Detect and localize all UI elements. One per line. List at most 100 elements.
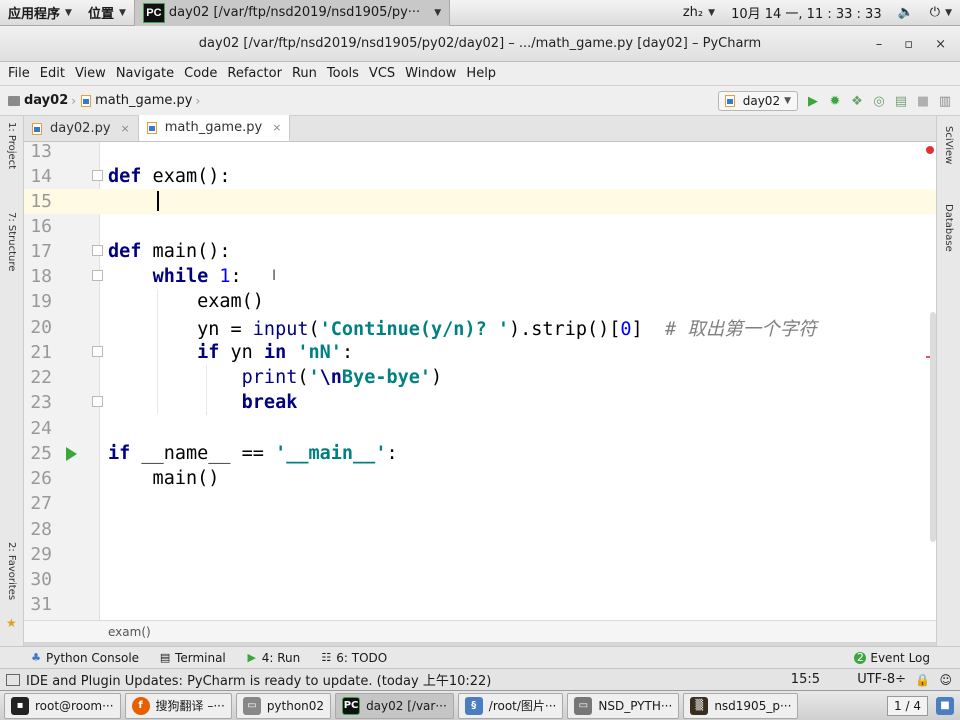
task-nsd-python[interactable]: ▭ NSD_PYTH···	[567, 692, 680, 719]
task-label: nsd1905_p···	[714, 698, 792, 713]
run-icon[interactable]: ▶	[806, 94, 820, 109]
tab-math-game[interactable]: math_game.py ×	[138, 115, 291, 141]
task-pycharm[interactable]: PC day02 [/var···	[335, 692, 454, 719]
code-editor[interactable]: 13 14 def exam(): 15 16 17 def main(): 1…	[24, 142, 936, 620]
code-line: 26 main()	[24, 466, 936, 491]
image-thumbnail-icon: ▒	[690, 696, 709, 715]
notification-icon[interactable]: ■	[936, 696, 954, 715]
coverage-icon[interactable]: ❖	[850, 94, 864, 109]
structure-tool-button[interactable]: 7: Structure	[6, 212, 17, 292]
minimize-button[interactable]: –	[876, 37, 883, 52]
run-gutter-icon[interactable]	[66, 447, 77, 461]
power-icon[interactable]: ⏻ ▼	[922, 0, 960, 26]
workspace-switcher[interactable]: 1 / 4	[887, 695, 928, 716]
code-breadcrumb-item[interactable]: exam()	[108, 625, 151, 639]
code-text: break	[241, 392, 298, 414]
menu-code[interactable]: Code	[180, 66, 221, 81]
chevron-down-icon: ▼	[118, 7, 126, 18]
code-text: def exam():	[108, 166, 231, 188]
editor-tab-bar: day02.py × math_game.py ×	[24, 115, 936, 142]
indent-guide	[157, 289, 158, 414]
menu-run[interactable]: Run	[288, 66, 321, 81]
terminal-icon: ▪	[11, 696, 29, 715]
task-image-viewer[interactable]: § /root/图片···	[457, 692, 564, 719]
menu-tools[interactable]: Tools	[323, 66, 363, 81]
code-line-current: 15	[24, 189, 936, 215]
volume-icon[interactable]: 🔈	[890, 0, 922, 26]
close-tab-icon[interactable]: ×	[121, 122, 130, 135]
python-file-icon	[724, 95, 735, 107]
task-nsd1905[interactable]: ▒ nsd1905_p···	[683, 692, 799, 719]
project-tool-button[interactable]: 1: Project	[6, 122, 17, 192]
concurrency-icon[interactable]: ▤	[894, 94, 908, 109]
line-number: 19	[30, 291, 52, 313]
applications-menu[interactable]: 应用程序 ▼	[0, 0, 80, 26]
chevron-down-icon: ▼	[434, 7, 442, 18]
status-message[interactable]: IDE and Plugin Updates: PyCharm is ready…	[26, 670, 491, 689]
active-window-label: day02 [/var/ftp/nsd2019/nsd1905/py···	[168, 5, 421, 20]
line-number: 18	[30, 266, 52, 288]
menu-refactor[interactable]: Refactor	[223, 66, 286, 81]
caret-position[interactable]: 15:5	[791, 672, 820, 687]
code-line: 22 print('\nBye-bye')	[24, 365, 936, 390]
task-terminal[interactable]: ▪ root@room···	[4, 692, 121, 719]
menu-help[interactable]: Help	[462, 66, 500, 81]
error-indicator-icon[interactable]	[926, 146, 934, 154]
code-text: yn = input('Continue(y/n)? ').strip()[0]…	[108, 318, 817, 340]
code-line: 13	[24, 142, 936, 164]
database-tool-button[interactable]: Database	[943, 204, 954, 264]
line-number: 27	[30, 493, 52, 515]
code-line: 19 exam()	[24, 289, 936, 314]
stop-icon[interactable]: ■	[916, 94, 930, 109]
code-line: 17 def main():	[24, 239, 936, 264]
menu-file[interactable]: File	[4, 66, 34, 81]
event-log-button[interactable]: 2 Event Log	[844, 651, 960, 665]
taskbar: ▪ root@room··· f 搜狗翻译 –··· ▭ python02 PC…	[0, 690, 960, 720]
input-method-indicator[interactable]: zh₂ ▼	[675, 0, 723, 26]
python-console-button[interactable]: ♣ Python Console	[0, 651, 149, 665]
fold-marker-icon[interactable]	[92, 245, 103, 256]
code-text: while 1:	[152, 266, 242, 288]
sciview-tool-button[interactable]: SciView	[943, 126, 954, 176]
inspector-icon[interactable]: ☺	[939, 673, 952, 687]
line-number: 21	[30, 342, 52, 364]
code-text: if yn in 'nN':	[197, 342, 354, 364]
code-line: 20 yn = input('Continue(y/n)? ').strip()…	[24, 315, 936, 340]
code-line: 24	[24, 416, 936, 441]
terminal-button[interactable]: ▤ Terminal	[149, 651, 236, 665]
favorites-tool-button[interactable]: 2: Favorites	[6, 542, 17, 622]
menu-edit[interactable]: Edit	[36, 66, 69, 81]
close-button[interactable]: ×	[935, 37, 946, 52]
breadcrumb-project[interactable]: day02 ›	[8, 93, 81, 108]
menu-window[interactable]: Window	[401, 66, 460, 81]
task-python02[interactable]: ▭ python02	[235, 692, 332, 719]
search-everywhere-icon[interactable]: ▥	[938, 94, 952, 109]
clock[interactable]: 10月 14 一, 11 : 33 : 33	[723, 0, 890, 26]
menu-navigate[interactable]: Navigate	[112, 66, 178, 81]
line-number: 31	[30, 594, 52, 616]
layout-icon[interactable]	[6, 673, 20, 686]
maximize-button[interactable]: ▫	[904, 37, 913, 52]
fold-marker-icon[interactable]	[92, 170, 103, 181]
menu-view[interactable]: View	[71, 66, 110, 81]
breadcrumb-file[interactable]: math_game.py ›	[81, 93, 205, 108]
fold-marker-icon[interactable]	[92, 270, 103, 281]
editor-scrollbar[interactable]	[930, 312, 936, 542]
profile-icon[interactable]: ◎	[872, 94, 886, 109]
fold-marker-icon[interactable]	[92, 346, 103, 357]
menu-vcs[interactable]: VCS	[365, 66, 399, 81]
run-icon: ▶	[247, 651, 256, 664]
run-config-select[interactable]: day02 ▼	[717, 91, 798, 111]
tab-day02[interactable]: day02.py ×	[24, 116, 139, 141]
lock-icon[interactable]: 🔒	[915, 673, 930, 687]
debug-icon[interactable]: ✹	[828, 94, 842, 109]
task-firefox[interactable]: f 搜狗翻译 –···	[124, 692, 232, 719]
event-log-label: Event Log	[870, 650, 930, 665]
places-menu[interactable]: 位置 ▼	[80, 0, 134, 26]
file-encoding[interactable]: UTF-8÷	[857, 672, 906, 687]
fold-marker-icon[interactable]	[92, 396, 103, 407]
run-tool-button[interactable]: ▶ 4: Run	[236, 651, 311, 665]
active-window-menu[interactable]: PC day02 [/var/ftp/nsd2019/nsd1905/py···…	[133, 0, 451, 26]
todo-button[interactable]: ☷ 6: TODO	[310, 651, 397, 665]
close-tab-icon[interactable]: ×	[272, 121, 281, 134]
